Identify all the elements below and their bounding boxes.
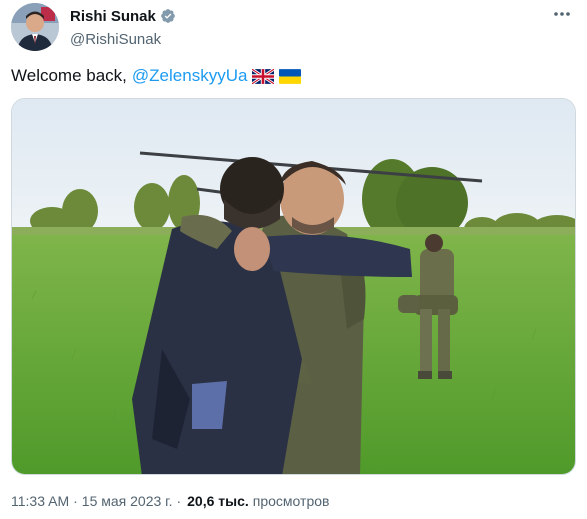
- tweet-time[interactable]: 11:33 AM: [11, 492, 69, 510]
- author-display-name[interactable]: Rishi Sunak: [70, 8, 156, 25]
- tweet-meta: 11:33 AM · 15 мая 2023 г. · 20,6 тыс. пр…: [11, 492, 329, 510]
- tweet-date[interactable]: 15 мая 2023 г.: [82, 492, 173, 510]
- tweet-text: Welcome back, @ZelenskyyUa: [11, 65, 302, 87]
- meta-separator-2: ·: [176, 493, 182, 509]
- mention-link[interactable]: @ZelenskyyUa: [132, 65, 248, 87]
- photo-illustration: [12, 99, 575, 474]
- views-label: просмотров: [252, 493, 330, 509]
- views-count: 20,6 тыс.: [187, 493, 249, 509]
- author-handle[interactable]: @RishiSunak: [70, 31, 176, 49]
- more-options-button[interactable]: [549, 4, 575, 24]
- ukraine-flag-icon: [279, 68, 302, 84]
- avatar-image: [11, 3, 59, 51]
- tweet-author: Rishi Sunak @RishiSunak: [70, 6, 176, 49]
- verified-badge-icon: [160, 8, 176, 24]
- uk-flag-icon: [252, 68, 275, 84]
- more-dots-icon: [554, 12, 570, 16]
- tweet-photo[interactable]: [11, 98, 576, 475]
- tweet-text-prefix: Welcome back,: [11, 66, 127, 85]
- author-name-row: Rishi Sunak: [70, 6, 176, 26]
- meta-separator: ·: [73, 493, 78, 509]
- avatar[interactable]: [11, 3, 59, 51]
